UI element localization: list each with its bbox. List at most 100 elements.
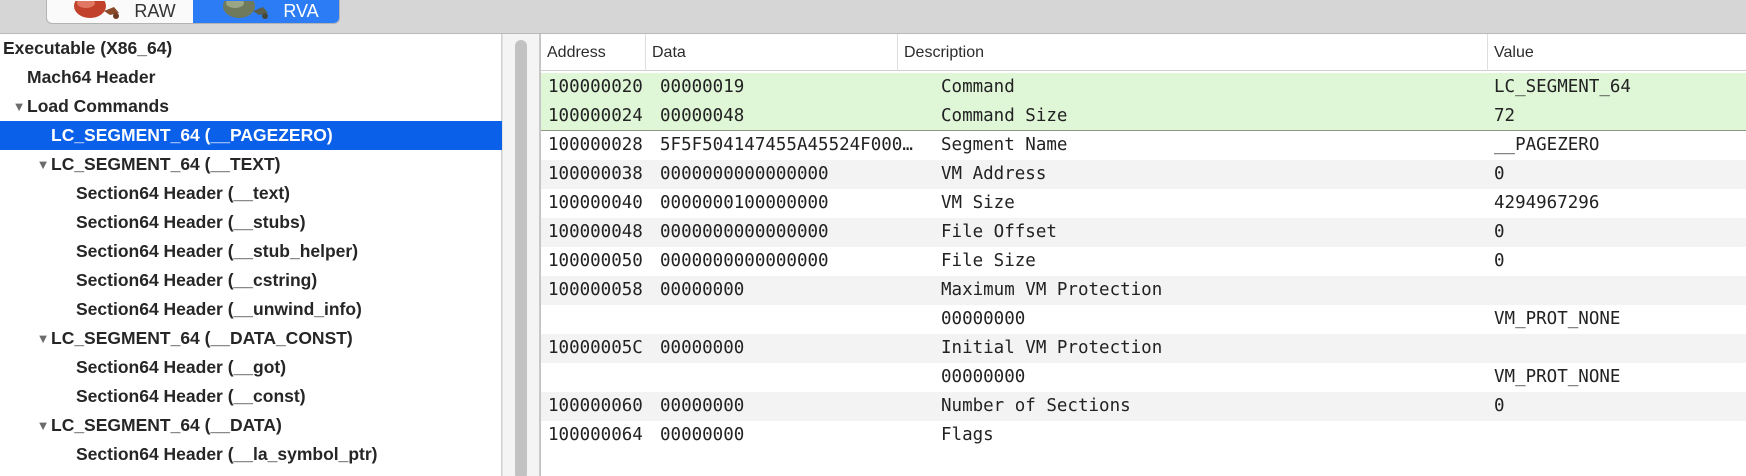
cell-address: 100000024 bbox=[548, 106, 643, 126]
cell-data: 5F5F504147455A45524F000… bbox=[660, 135, 913, 155]
rva-mode-button[interactable]: RVA bbox=[193, 0, 339, 23]
column-header-data[interactable]: Data bbox=[645, 34, 897, 71]
table-row[interactable]: 100000038 0000000000000000 VM Address 0 bbox=[541, 160, 1746, 189]
cell-value: 0 bbox=[1494, 222, 1505, 242]
table-row[interactable]: 100000050 0000000000000000 File Size 0 bbox=[541, 247, 1746, 276]
tree-item[interactable]: Executable (X86_64) bbox=[0, 34, 502, 63]
table-row[interactable]: 10000005C 00000000 Initial VM Protection bbox=[541, 334, 1746, 363]
tree-item[interactable]: Section64 Header (__cstring) bbox=[0, 266, 502, 295]
table-row[interactable]: 100000048 0000000000000000 File Offset 0 bbox=[541, 218, 1746, 247]
table-row[interactable]: 00000000 VM_PROT_NONE bbox=[541, 305, 1746, 334]
tree-item[interactable]: Section64 Header (__la_symbol_ptr) bbox=[0, 440, 502, 469]
cell-address: 100000048 bbox=[548, 222, 643, 242]
tree-item[interactable]: Section64 Header (__stubs) bbox=[0, 208, 502, 237]
table-row[interactable]: 100000058 00000000 Maximum VM Protection bbox=[541, 276, 1746, 305]
tree-item-label: LC_SEGMENT_64 (__DATA_CONST) bbox=[51, 328, 353, 348]
toolbar: RAW RVA bbox=[0, 0, 1746, 34]
cell-data bbox=[660, 363, 920, 392]
cell-data: 0000000100000000 bbox=[660, 193, 829, 213]
tree-item-label: LC_SEGMENT_64 (__DATA) bbox=[51, 415, 282, 435]
tree-item[interactable]: Section64 Header (__text) bbox=[0, 179, 502, 208]
cell-address: 100000060 bbox=[548, 396, 643, 416]
tree-item[interactable]: ▼LC_SEGMENT_64 (__DATA) bbox=[0, 411, 502, 440]
cell-description: Number of Sections bbox=[941, 396, 1131, 416]
cell-data: 0000000000000000 bbox=[660, 222, 829, 242]
tree-item[interactable]: Section64 Header (__const) bbox=[0, 382, 502, 411]
cell-value bbox=[1494, 334, 1744, 363]
structure-tree: Executable (X86_64) Mach64 Header ▼Load Co… bbox=[0, 34, 502, 469]
cell-description: 00000000 bbox=[941, 367, 1026, 387]
cell-value: 0 bbox=[1494, 251, 1505, 271]
raw-mode-icon bbox=[64, 0, 124, 23]
table-row[interactable]: 100000020 00000019 Command LC_SEGMENT_64 bbox=[541, 73, 1746, 102]
cell-description: Maximum VM Protection bbox=[941, 280, 1163, 300]
cell-value: VM_PROT_NONE bbox=[1494, 367, 1621, 387]
table-body: 100000020 00000019 Command LC_SEGMENT_64 100… bbox=[541, 73, 1746, 450]
disclosure-triangle-icon[interactable]: ▼ bbox=[36, 411, 50, 440]
column-header-value[interactable]: Value bbox=[1487, 34, 1746, 71]
table-row[interactable]: 100000024 00000048 Command Size 72 bbox=[541, 102, 1746, 131]
tree-item[interactable]: Section64 Header (__got) bbox=[0, 353, 502, 382]
table-row[interactable]: 100000064 00000000 Flags bbox=[541, 421, 1746, 450]
tree-item-label: Section64 Header (__unwind_info) bbox=[76, 299, 362, 319]
cell-address bbox=[548, 305, 656, 334]
cell-value: VM_PROT_NONE bbox=[1494, 309, 1621, 329]
cell-description: Initial VM Protection bbox=[941, 338, 1163, 358]
cell-description: Command Size bbox=[941, 106, 1068, 126]
table-row[interactable]: 00000000 VM_PROT_NONE bbox=[541, 363, 1746, 392]
cell-value: 4294967296 bbox=[1494, 193, 1600, 213]
cell-address: 100000040 bbox=[548, 193, 643, 213]
cell-description: File Size bbox=[941, 251, 1036, 271]
table-row[interactable]: 100000060 00000000 Number of Sections 0 bbox=[541, 392, 1746, 421]
cell-address: 10000005C bbox=[548, 338, 643, 358]
details-table: Address Data Description Value 100000020… bbox=[540, 34, 1746, 476]
sidebar-scrollbar-thumb[interactable] bbox=[515, 40, 527, 476]
raw-mode-button[interactable]: RAW bbox=[47, 0, 193, 23]
cell-address bbox=[548, 363, 656, 392]
tree-item-label: Executable (X86_64) bbox=[3, 38, 173, 58]
tree-item[interactable]: ▼LC_SEGMENT_64 (__TEXT) bbox=[0, 150, 502, 179]
tree-item-label: Load Commands bbox=[27, 96, 169, 116]
disclosure-triangle-icon[interactable]: ▼ bbox=[36, 324, 50, 353]
cell-description: VM Address bbox=[941, 164, 1047, 184]
cell-data: 00000000 bbox=[660, 396, 745, 416]
cell-address: 100000028 bbox=[548, 135, 643, 155]
tree-item[interactable]: Section64 Header (__stub_helper) bbox=[0, 237, 502, 266]
cell-address: 100000064 bbox=[548, 425, 643, 445]
cell-value bbox=[1494, 276, 1744, 305]
cell-data: 00000000 bbox=[660, 280, 745, 300]
table-row[interactable]: 100000028 5F5F504147455A45524F000… Segment… bbox=[541, 131, 1746, 160]
tree-item[interactable]: Section64 Header (__unwind_info) bbox=[0, 295, 502, 324]
rva-mode-label: RVA bbox=[283, 1, 319, 21]
tree-item[interactable]: Mach64 Header bbox=[0, 63, 502, 92]
cell-data: 00000048 bbox=[660, 106, 745, 126]
cell-description: VM Size bbox=[941, 193, 1015, 213]
tree-item-label: LC_SEGMENT_64 (__PAGEZERO) bbox=[51, 125, 333, 145]
raw-rva-segmented-control: RAW RVA bbox=[46, 0, 340, 24]
disclosure-triangle-icon[interactable]: ▼ bbox=[12, 92, 26, 121]
tree-item-label: Section64 Header (__text) bbox=[76, 183, 290, 203]
mach-o-viewer-window: RAW RVA Executable (X86_64) Mach64 Header… bbox=[0, 0, 1746, 476]
cell-address: 100000020 bbox=[548, 77, 643, 97]
rva-mode-icon bbox=[213, 0, 273, 23]
cell-address: 100000050 bbox=[548, 251, 643, 271]
cell-value: 0 bbox=[1494, 396, 1505, 416]
sidebar-scrollbar[interactable] bbox=[502, 34, 540, 476]
cell-description: File Offset bbox=[941, 222, 1057, 242]
tree-item[interactable]: ▼LC_SEGMENT_64 (__DATA_CONST) bbox=[0, 324, 502, 353]
cell-description: Command bbox=[941, 77, 1015, 97]
tree-item-label: Section64 Header (__stub_helper) bbox=[76, 241, 359, 261]
column-header-description[interactable]: Description bbox=[897, 34, 1393, 71]
table-row[interactable]: 100000040 0000000100000000 VM Size 42949672… bbox=[541, 189, 1746, 218]
tree-item-label: Section64 Header (__stubs) bbox=[76, 212, 306, 232]
tree-item[interactable]: LC_SEGMENT_64 (__PAGEZERO) bbox=[0, 121, 502, 150]
disclosure-triangle-icon[interactable]: ▼ bbox=[36, 150, 50, 179]
raw-mode-label: RAW bbox=[134, 1, 176, 21]
table-header: Address Data Description Value bbox=[541, 34, 1746, 71]
cell-value: __PAGEZERO bbox=[1494, 135, 1600, 155]
column-header-address[interactable]: Address bbox=[541, 34, 641, 71]
cell-value bbox=[1494, 421, 1744, 450]
cell-data: 0000000000000000 bbox=[660, 164, 829, 184]
cell-description: 00000000 bbox=[941, 309, 1026, 329]
tree-item[interactable]: ▼Load Commands bbox=[0, 92, 502, 121]
